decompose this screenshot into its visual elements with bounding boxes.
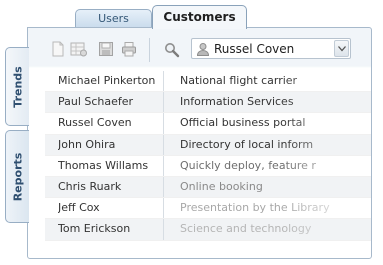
customer-description: Quickly deploy, feature r bbox=[163, 155, 371, 176]
list-item[interactable]: Thomas Willams Quickly deploy, feature r bbox=[45, 155, 371, 177]
customer-description: Science and technology bbox=[163, 219, 371, 240]
customer-name: Tom Erickson bbox=[58, 222, 131, 236]
customer-description: Presentation by the Library bbox=[163, 198, 371, 219]
user-icon bbox=[196, 42, 210, 56]
customer-list: Michael Pinkerton National flight carrier… bbox=[45, 71, 371, 241]
grid-settings-icon[interactable] bbox=[70, 41, 87, 57]
print-icon[interactable] bbox=[121, 41, 137, 57]
customer-description: Directory of local inform bbox=[163, 134, 371, 155]
list-item[interactable]: Russel Coven Official business portal bbox=[45, 113, 371, 135]
customer-description: Online booking bbox=[163, 176, 371, 198]
customer-name: Michael Pinkerton bbox=[58, 74, 156, 87]
list-item[interactable]: John Ohira Directory of local inform bbox=[45, 134, 371, 156]
customer-name: Thomas Willams bbox=[58, 158, 149, 172]
new-document-icon[interactable] bbox=[50, 41, 66, 57]
chevron-down-icon[interactable] bbox=[334, 40, 349, 57]
customer-select[interactable]: Russel Coven bbox=[191, 38, 351, 59]
tab-customers[interactable]: Customers bbox=[152, 5, 247, 29]
search-icon[interactable] bbox=[164, 42, 180, 58]
customer-name: Russel Coven bbox=[58, 116, 132, 130]
list-item[interactable]: Michael Pinkerton National flight carrier bbox=[45, 71, 371, 93]
tab-users[interactable]: Users bbox=[75, 9, 152, 28]
customer-select-value: Russel Coven bbox=[214, 42, 295, 56]
list-item[interactable]: Chris Ruark Online booking bbox=[45, 176, 371, 199]
save-icon[interactable] bbox=[98, 41, 114, 57]
list-item[interactable]: Paul Schaefer Information Services bbox=[45, 92, 371, 114]
customer-description: National flight carrier bbox=[163, 71, 371, 92]
list-item[interactable]: Tom Erickson Science and technology bbox=[45, 219, 371, 241]
side-tab-trends-label: Trends bbox=[11, 65, 24, 108]
customer-name: Paul Schaefer bbox=[58, 95, 134, 109]
side-tab-reports[interactable]: Reports bbox=[5, 130, 29, 223]
customer-name: Chris Ruark bbox=[58, 179, 122, 193]
customer-description: Information Services bbox=[163, 92, 371, 113]
customer-name: Jeff Cox bbox=[58, 201, 100, 215]
customer-description: Official business portal bbox=[163, 113, 371, 134]
list-item[interactable]: Jeff Cox Presentation by the Library bbox=[45, 198, 371, 220]
customers-panel: Russel Coven Michael Pinkerton National f… bbox=[27, 27, 372, 259]
side-tab-reports-label: Reports bbox=[11, 152, 24, 201]
toolbar-separator bbox=[149, 38, 150, 62]
customer-name: John Ohira bbox=[58, 137, 116, 151]
side-tab-trends[interactable]: Trends bbox=[5, 47, 29, 126]
